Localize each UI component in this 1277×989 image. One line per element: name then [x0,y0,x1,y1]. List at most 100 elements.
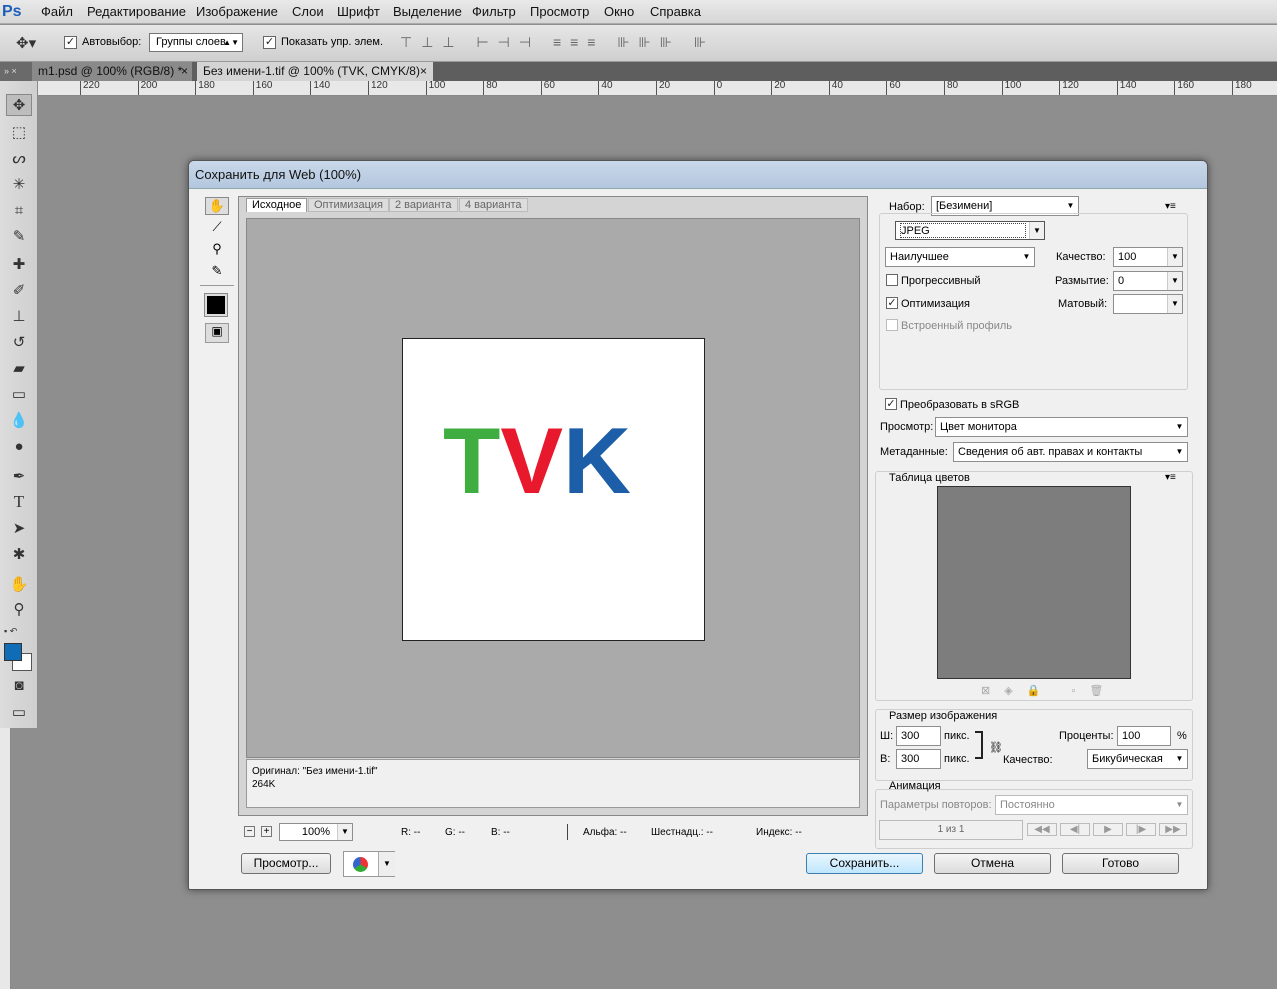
tab-2up[interactable]: 2 варианта [389,198,458,212]
tab-original[interactable]: Исходное [246,198,308,212]
last-frame-icon[interactable]: ▶▶ [1159,823,1187,836]
align-icons[interactable]: ⊤⊥⊥ ⊢⊣⊣ ≡≡≡ ⊪⊪⊪ ⊪ [400,34,768,52]
tab-4up[interactable]: 4 варианта [459,198,528,212]
toolbox: ✥ ⬚ ᔕ ✳ ⌗ ✎ ✚ ✐ ⊥ ↺ ▰ ▭ 💧 ● ✒ T ➤ ✱ ✋ ⚲ … [0,81,38,728]
show-transform-label: Показать упр. элем. [281,36,384,48]
path-select-icon[interactable]: ➤ [6,517,32,539]
optimized-checkbox[interactable]: ✓ [886,297,898,309]
save-button[interactable]: Сохранить... [806,853,923,874]
tab-optimized[interactable]: Оптимизация [308,198,389,212]
ruler-tick: 220 [80,81,100,95]
marquee-tool-icon[interactable]: ⬚ [6,121,32,143]
quality-label: Качество: [1056,251,1106,263]
eyedropper-tool-icon[interactable]: ✎ [6,225,32,247]
first-frame-icon[interactable]: ◀◀ [1027,823,1057,836]
preview-canvas[interactable]: TVK [246,218,860,758]
tab-m1[interactable]: m1.psd @ 100% (RGB/8) * × [32,62,192,81]
menu-select[interactable]: Выделение [393,4,462,19]
done-button[interactable]: Готово [1062,853,1179,874]
foreground-color-swatch[interactable] [4,643,22,661]
loop-select[interactable]: Постоянно ▼ [995,795,1188,815]
animation-controls[interactable]: ◀◀ ◀| ▶ |▶ ▶▶ [1027,823,1187,837]
zoom-out-button[interactable]: − [244,826,255,837]
stamp-tool-icon[interactable]: ⊥ [6,305,32,327]
preview-mode-select[interactable]: Цвет монитора ▼ [935,417,1188,437]
autoselect-select[interactable]: Группы слоев ▲▼ [149,33,243,52]
percent-input[interactable]: 100 [1117,726,1171,746]
show-transform-checkbox[interactable]: ✓ [263,36,276,49]
color-table-menu-icon[interactable]: ▾≡ [1165,472,1176,483]
quality-preset-select[interactable]: Наилучшее ▼ [885,247,1035,267]
menu-layers[interactable]: Слои [292,4,324,19]
dialog-eyedropper-icon[interactable]: ✎ [205,263,229,281]
menu-edit[interactable]: Редактирование [87,4,186,19]
quick-mask-icon[interactable]: ◙ [6,674,32,696]
healing-brush-icon[interactable]: ✚ [6,253,32,275]
ruler-tick: 160 [1174,81,1194,95]
ruler-tick: 120 [368,81,388,95]
autoselect-checkbox[interactable]: ✓ [64,36,77,49]
pen-tool-icon[interactable]: ✒ [6,465,32,487]
hand-tool-icon[interactable]: ✋ [6,573,32,595]
metadata-select[interactable]: Сведения об авт. правах и контакты ▼ [953,442,1188,462]
blur-input[interactable]: 0 ▼ [1113,271,1183,291]
link-icon[interactable]: ⛓ [989,741,1003,754]
menu-help[interactable]: Справка [650,4,701,19]
dialog-hand-icon[interactable]: ✋ [205,197,229,215]
dialog-titlebar[interactable]: Сохранить для Web (100%) [189,161,1207,189]
history-brush-icon[interactable]: ↺ [6,331,32,353]
crop-tool-icon[interactable]: ⌗ [6,199,32,221]
zoom-in-button[interactable]: + [261,826,272,837]
menu-image[interactable]: Изображение [196,4,278,19]
info-size: 264K [252,779,276,790]
height-input[interactable]: 300 [896,749,941,769]
toggle-slices-icon[interactable]: ▣ [205,323,229,343]
status-hex: Шестнадц.: -- [651,827,713,838]
magic-wand-icon[interactable]: ✳ [6,173,32,195]
vertical-ruler [0,728,11,989]
color-table-icons[interactable]: ⊠◈🔒 ▫🗑 [981,684,1129,697]
lasso-tool-icon[interactable]: ᔕ [6,147,32,169]
blur-tool-icon[interactable]: 💧 [6,409,32,431]
default-colors-icon[interactable]: ▪ ↶ [4,626,17,637]
tab-untitled[interactable]: Без имени-1.tif @ 100% (TVK, CMYK/8) × [197,62,433,81]
eyedropper-color-swatch[interactable] [204,293,228,317]
gradient-tool-icon[interactable]: ▭ [6,383,32,405]
move-tool-icon[interactable]: ✥ [6,94,32,116]
resample-label: Качество: [1003,754,1053,766]
matte-select[interactable]: ▼ [1113,294,1183,314]
embed-profile-checkbox[interactable] [886,319,898,331]
format-select[interactable]: JPEG ▼ [895,221,1045,240]
eraser-tool-icon[interactable]: ▰ [6,357,32,379]
menu-filter[interactable]: Фильтр [472,4,516,19]
cancel-button[interactable]: Отмена [934,853,1051,874]
preview-in-browser-button[interactable]: Просмотр... [241,853,331,874]
zoom-select[interactable]: 100% ▼ [279,823,353,841]
resample-select[interactable]: Бикубическая ▼ [1087,749,1188,769]
dialog-zoom-icon[interactable]: ⚲ [205,241,229,259]
menu-file[interactable]: Файл [41,4,73,19]
type-tool-icon[interactable]: T [6,491,32,513]
move-tool-icon[interactable]: ✥▾ [16,34,36,52]
slice-select-icon[interactable]: ⟋ [205,219,229,237]
browser-select[interactable]: ▼ [343,851,395,877]
menu-view[interactable]: Просмотр [530,4,589,19]
width-input[interactable]: 300 [896,726,941,746]
animation-label: Анимация [889,780,941,792]
shape-tool-icon[interactable]: ✱ [6,543,32,565]
quality-input[interactable]: 100 ▼ [1113,247,1183,267]
progressive-checkbox[interactable] [886,274,898,286]
preview-info: Оригинал: "Без имени-1.tif" 264K [246,759,860,808]
screen-mode-icon[interactable]: ▭ [6,701,32,723]
prev-frame-icon[interactable]: ◀| [1060,823,1090,836]
convert-srgb-checkbox[interactable]: ✓ [885,398,897,410]
brush-tool-icon[interactable]: ✐ [6,279,32,301]
play-icon[interactable]: ▶ [1093,823,1123,836]
panel-menu-icon[interactable]: ▾≡ [1165,201,1176,212]
dodge-tool-icon[interactable]: ● [6,435,32,457]
zoom-tool-icon[interactable]: ⚲ [6,598,32,620]
menu-window[interactable]: Окно [604,4,634,19]
color-table-swatches[interactable] [937,486,1131,679]
menu-type[interactable]: Шрифт [337,4,380,19]
next-frame-icon[interactable]: |▶ [1126,823,1156,836]
